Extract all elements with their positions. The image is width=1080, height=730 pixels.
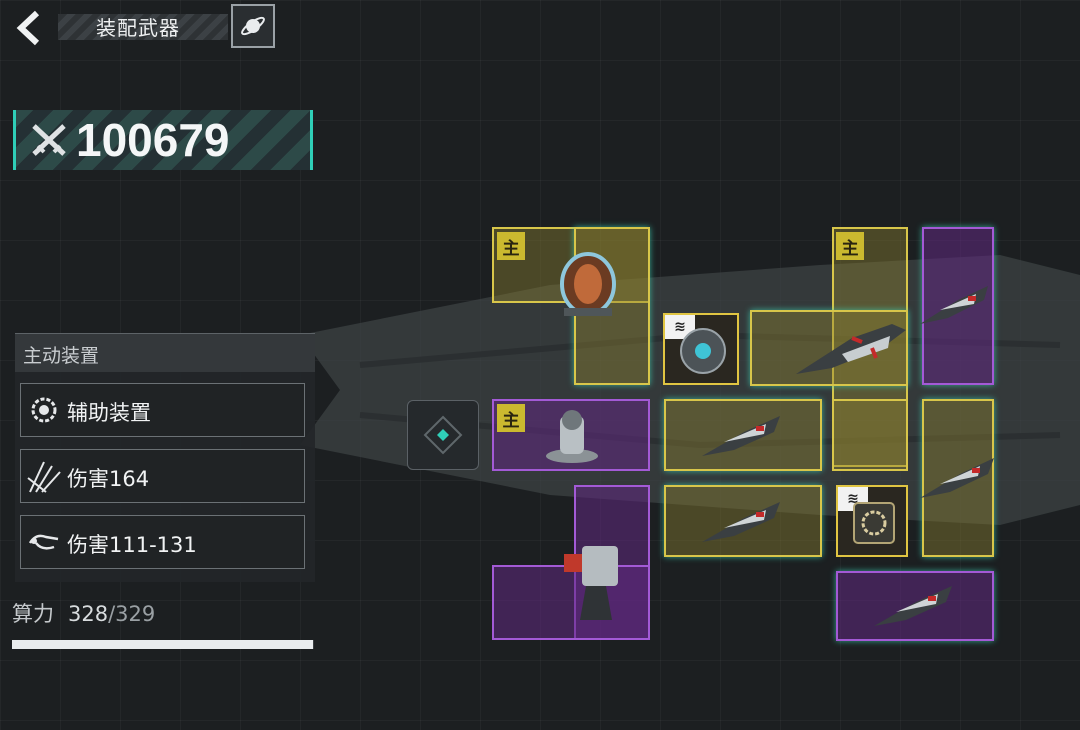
fighter-ship-icon: [920, 286, 988, 324]
chevron-left-icon: [16, 10, 40, 46]
cannon-mount-icon: [546, 410, 598, 463]
top-bar: 装配武器: [0, 0, 280, 52]
claw-icon: [25, 458, 63, 494]
missile-turret-icon: [564, 546, 618, 620]
main-badge: 主: [836, 232, 864, 260]
module-slot-1[interactable]: ≋: [663, 313, 739, 385]
compute-label: 算力: [12, 602, 54, 626]
main-badge: 主: [497, 232, 525, 260]
planet-icon: [241, 16, 265, 36]
power-rating: 100679: [13, 110, 313, 170]
page-title: 装配武器: [96, 16, 180, 40]
compute-current: 328: [68, 602, 109, 626]
stat-label: 伤害164: [67, 467, 150, 491]
fighter-ship-icon: [702, 502, 780, 542]
planet-button[interactable]: [231, 4, 275, 48]
diamond-icon: [423, 415, 463, 455]
module-slot-2[interactable]: ≋: [836, 485, 908, 557]
orb-pod-icon: [560, 252, 616, 316]
stat-row-aux-device[interactable]: 辅助装置: [20, 383, 305, 437]
compute-power: 算力 328/329: [12, 598, 155, 628]
fighter-ship-icon: [796, 324, 906, 374]
panel-title: 主动装置: [23, 345, 100, 367]
fighter-ship-icon: [874, 586, 952, 626]
slot-b-lower[interactable]: [832, 399, 908, 471]
active-device-panel: 主动装置 辅助装置 伤害164 伤害111-131: [15, 333, 315, 582]
power-value: 100679: [76, 114, 230, 166]
compute-max: /329: [108, 602, 156, 626]
core-node[interactable]: [407, 400, 479, 470]
compute-progress-fill: [12, 640, 314, 649]
hand-icon: [25, 524, 63, 560]
compute-progress-bar: [12, 640, 314, 649]
main-badge: 主: [497, 404, 525, 432]
stat-label: 辅助装置: [67, 401, 151, 425]
fighter-ship-icon: [920, 458, 994, 498]
gear-module-icon: [853, 502, 895, 544]
gear-icon: [25, 392, 63, 428]
stat-row-damage[interactable]: 伤害164: [20, 449, 305, 503]
crossed-swords-icon: [32, 124, 66, 156]
panel-header: 主动装置: [15, 334, 315, 372]
sphere-turret-icon: [680, 328, 726, 374]
stat-label: 伤害111-131: [67, 533, 197, 557]
back-button[interactable]: [8, 6, 52, 50]
stat-row-damage-range[interactable]: 伤害111-131: [20, 515, 305, 569]
fighter-ship-icon: [702, 416, 780, 456]
